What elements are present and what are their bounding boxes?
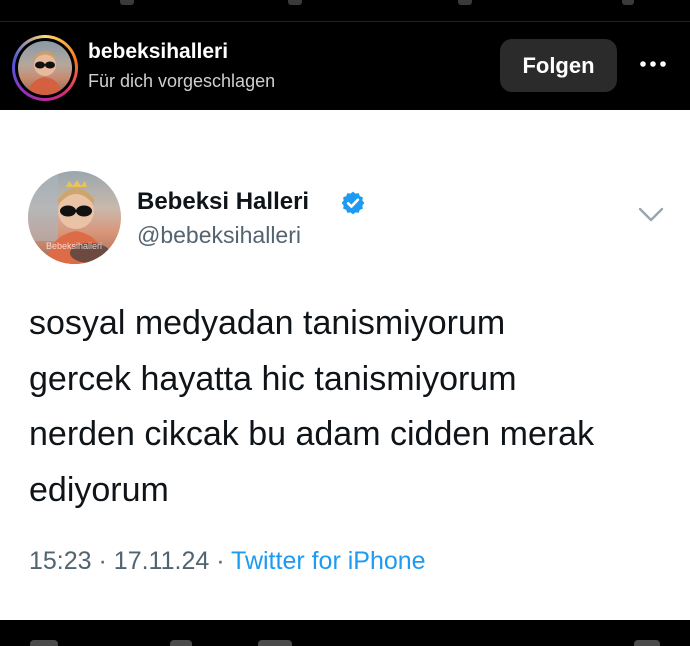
display-name[interactable]: Bebeksi Halleri <box>137 188 309 216</box>
separator: · <box>216 547 225 575</box>
user-handle[interactable]: @bebeksihalleri <box>137 222 301 249</box>
tweet-line: ediyorum <box>29 470 169 509</box>
clipped-icon <box>288 0 302 5</box>
clipped-icon <box>458 0 472 5</box>
tweet-time: 15:23 <box>29 547 92 575</box>
profile-avatar[interactable] <box>12 35 78 101</box>
tweet-line: nerden cikcak bu adam cidden merak <box>29 415 595 453</box>
more-horizontal-icon[interactable] <box>636 54 670 74</box>
verified-badge-icon <box>341 191 365 215</box>
tweet-line: sosyal medyadan tanismiyorum <box>29 304 506 342</box>
chevron-down-icon[interactable] <box>637 206 665 224</box>
bottom-bar-strip <box>0 620 690 646</box>
separator: · <box>98 547 107 575</box>
clipped-icon <box>622 0 634 5</box>
clipped-icon <box>170 640 192 646</box>
tweet-avatar[interactable]: Bebeksihalleri <box>28 171 121 264</box>
top-bar-strip <box>0 0 690 22</box>
avatar-watermark: Bebeksihalleri <box>46 241 102 251</box>
tweet-meta: 15:23 · 17.11.24 · Twitter for iPhone <box>29 547 426 576</box>
suggestion-label: Für dich vorgeschlagen <box>88 71 276 91</box>
post-header: bebeksihalleri Für dich vorgeschlagen Fo… <box>0 22 690 110</box>
tweet-card: Bebeksihalleri Bebeksi Halleri @bebeksih… <box>0 110 690 620</box>
tweet-source-link[interactable]: Twitter for iPhone <box>231 547 426 575</box>
clipped-icon <box>634 640 660 646</box>
clipped-icon <box>30 640 58 646</box>
clipped-icon <box>258 640 292 646</box>
clipped-icon <box>120 0 134 5</box>
tweet-date: 17.11.24 <box>113 547 210 575</box>
avatar-image <box>18 41 72 95</box>
follow-button[interactable]: Folgen <box>500 39 617 92</box>
tweet-line: gercek hayatta hic tanismiyorum <box>29 359 517 398</box>
tweet-text: sosyal medyadan tanismiyorum gercek haya… <box>29 296 669 518</box>
username[interactable]: bebeksihalleri <box>88 40 228 64</box>
